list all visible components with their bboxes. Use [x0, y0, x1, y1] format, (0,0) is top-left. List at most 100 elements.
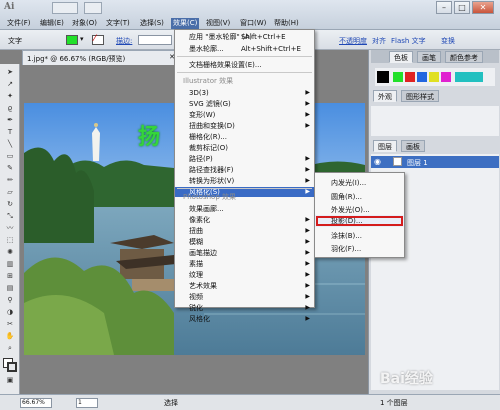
- zoom-tool-icon[interactable]: ⌕: [4, 344, 16, 353]
- align-link[interactable]: 对齐: [372, 36, 386, 46]
- line-tool-icon[interactable]: ╲: [4, 140, 16, 149]
- submenu-arrow-icon: ▶: [305, 249, 310, 256]
- photoshop-item-1[interactable]: 效果画廊...: [175, 204, 314, 214]
- selection-tool-icon[interactable]: ➤: [4, 68, 16, 77]
- photoshop-item-8[interactable]: 艺术效果 ▶: [175, 281, 314, 291]
- fill-dropdown-icon[interactable]: ▾: [80, 35, 84, 43]
- raster-settings-item[interactable]: 文档栅格效果设置(E)...: [175, 60, 314, 70]
- stylize-item-4[interactable]: 投影(D)...: [315, 215, 404, 227]
- base-color-swatch[interactable]: [377, 71, 389, 83]
- illustrator-item-2[interactable]: SVG 滤镜(G) ▶: [175, 99, 314, 109]
- document-tab[interactable]: 1.jpg* @ 66.67% (RGB/预览) ✕: [22, 50, 180, 65]
- stroke-box[interactable]: [7, 362, 17, 372]
- magic-wand-icon[interactable]: ✦: [4, 92, 16, 101]
- layer-tabs-tab-2[interactable]: 画板: [401, 140, 425, 152]
- eraser-tool-icon[interactable]: ▱: [4, 188, 16, 197]
- warp-tool-icon[interactable]: 〰: [4, 224, 16, 233]
- pen-tool-icon[interactable]: ✒: [4, 116, 16, 125]
- photoshop-item-11[interactable]: 风格化 ▶: [175, 314, 314, 324]
- symbol-sprayer-icon[interactable]: ✺: [4, 248, 16, 257]
- effect-menu: 应用 "墨水轮廓" (A) Shift+Ctrl+E 墨水轮廓... Alt+Shi…: [174, 29, 315, 323]
- swatch-4[interactable]: [429, 72, 439, 82]
- gradient-tool-icon[interactable]: ▤: [4, 284, 16, 293]
- photoshop-item-4[interactable]: 模糊 ▶: [175, 237, 314, 247]
- close-button[interactable]: ✕: [472, 1, 494, 14]
- photoshop-item-6[interactable]: 素描 ▶: [175, 259, 314, 269]
- illustrator-item-1[interactable]: 3D(3) ▶: [175, 88, 314, 98]
- illustrator-item-9[interactable]: 转换为形状(V) ▶: [175, 176, 314, 186]
- scale-tool-icon[interactable]: ⤡: [4, 212, 16, 221]
- menu-2[interactable]: 编辑(E): [38, 18, 66, 29]
- stroke-weight-input[interactable]: [138, 35, 172, 45]
- page-field[interactable]: 1: [76, 398, 98, 408]
- rotate-tool-icon[interactable]: ↻: [4, 200, 16, 209]
- color-tabs-tab-2[interactable]: 画笔: [417, 51, 441, 63]
- blend-tool-icon[interactable]: ◑: [4, 308, 16, 317]
- lasso-icon[interactable]: ϱ: [4, 104, 16, 113]
- arrange-documents-button[interactable]: [84, 2, 102, 14]
- graph-tool-icon[interactable]: ▥: [4, 260, 16, 269]
- swatch-1[interactable]: [393, 72, 403, 82]
- color-tabs-tab-3[interactable]: 颜色参考: [445, 51, 483, 63]
- direct-selection-icon[interactable]: ↗: [4, 80, 16, 89]
- illustrator-item-3[interactable]: 变形(W) ▶: [175, 110, 314, 120]
- illustrator-item-5[interactable]: 栅格化(R)...: [175, 132, 314, 142]
- layer-name[interactable]: 图层 1: [407, 158, 428, 168]
- layer-tabs-tab-1[interactable]: 图层: [373, 140, 397, 152]
- photoshop-item-3[interactable]: 扭曲 ▶: [175, 226, 314, 236]
- flash-text-link[interactable]: Flash 文字: [391, 36, 426, 46]
- layer-row[interactable]: ◉ 图层 1: [371, 156, 499, 168]
- stroke-label[interactable]: 描边:: [116, 36, 132, 46]
- free-transform-icon[interactable]: ⬚: [4, 236, 16, 245]
- canvas-text[interactable]: 扬: [138, 119, 160, 151]
- hand-tool-icon[interactable]: ✋: [4, 332, 16, 341]
- bridge-button[interactable]: [52, 2, 78, 14]
- photoshop-item-10[interactable]: 锐化 ▶: [175, 303, 314, 313]
- menu-1[interactable]: 文件(F): [5, 18, 33, 29]
- last-effect-item[interactable]: 墨水轮廓... Alt+Shift+Ctrl+E: [175, 44, 314, 54]
- layer-count: 1 个图层: [380, 399, 408, 407]
- stylize-item-2[interactable]: 圆角(R)...: [315, 191, 404, 203]
- minimize-button[interactable]: –: [436, 1, 452, 14]
- swatch-5[interactable]: [441, 72, 451, 82]
- swatch-3[interactable]: [417, 72, 427, 82]
- illustrator-item-6[interactable]: 裁剪标记(O): [175, 143, 314, 153]
- slice-tool-icon[interactable]: ✂: [4, 320, 16, 329]
- rectangle-tool-icon[interactable]: ▭: [4, 152, 16, 161]
- stylize-item-5[interactable]: 涂抹(B)...: [315, 230, 404, 242]
- photoshop-item-7[interactable]: 纹理 ▶: [175, 270, 314, 280]
- eyedropper-icon[interactable]: ⚲: [4, 296, 16, 305]
- type-tool-icon[interactable]: T: [4, 128, 16, 137]
- menu-9[interactable]: 帮助(H): [272, 18, 301, 29]
- eye-icon[interactable]: ◉: [374, 157, 381, 166]
- menu-3[interactable]: 对象(O): [70, 18, 99, 29]
- brush-tool-icon[interactable]: ✎: [4, 164, 16, 173]
- screen-mode-icon[interactable]: ▣: [4, 376, 16, 385]
- menu-4[interactable]: 文字(T): [104, 18, 132, 29]
- menu-8[interactable]: 窗口(W): [238, 18, 268, 29]
- mesh-tool-icon[interactable]: ⊞: [4, 272, 16, 281]
- photoshop-item-9[interactable]: 视频 ▶: [175, 292, 314, 302]
- photoshop-item-2[interactable]: 像素化 ▶: [175, 215, 314, 225]
- illustrator-item-8[interactable]: 路径查找器(F) ▶: [175, 165, 314, 175]
- swatch-6[interactable]: [455, 72, 483, 82]
- appearance-tabs-tab-2[interactable]: 图形样式: [401, 90, 439, 102]
- stylize-item-6[interactable]: 羽化(F)...: [315, 243, 404, 255]
- maximize-button[interactable]: □: [454, 1, 470, 14]
- stylize-item-1[interactable]: 内发光(I)...: [315, 177, 404, 189]
- swatch-2[interactable]: [405, 72, 415, 82]
- fill-color-swatch[interactable]: [66, 35, 78, 45]
- pencil-tool-icon[interactable]: ✏: [4, 176, 16, 185]
- appearance-tabs-tab-1[interactable]: 外观: [373, 90, 397, 102]
- color-tabs-tab-1[interactable]: 色板: [389, 51, 413, 63]
- illustrator-item-4[interactable]: 扭曲和变换(D) ▶: [175, 121, 314, 131]
- photoshop-item-5[interactable]: 画笔描边 ▶: [175, 248, 314, 258]
- apply-last-effect-item[interactable]: 应用 "墨水轮廓" (A) Shift+Ctrl+E: [175, 32, 314, 42]
- menu-6[interactable]: 效果(C): [171, 18, 200, 29]
- transform-link[interactable]: 变换: [441, 36, 455, 46]
- zoom-field[interactable]: 66.67%: [20, 398, 52, 408]
- menu-7[interactable]: 视图(V): [204, 18, 232, 29]
- illustrator-item-7[interactable]: 路径(P) ▶: [175, 154, 314, 164]
- menu-5[interactable]: 选择(S): [138, 18, 166, 29]
- opacity-link[interactable]: 不透明度: [339, 36, 367, 46]
